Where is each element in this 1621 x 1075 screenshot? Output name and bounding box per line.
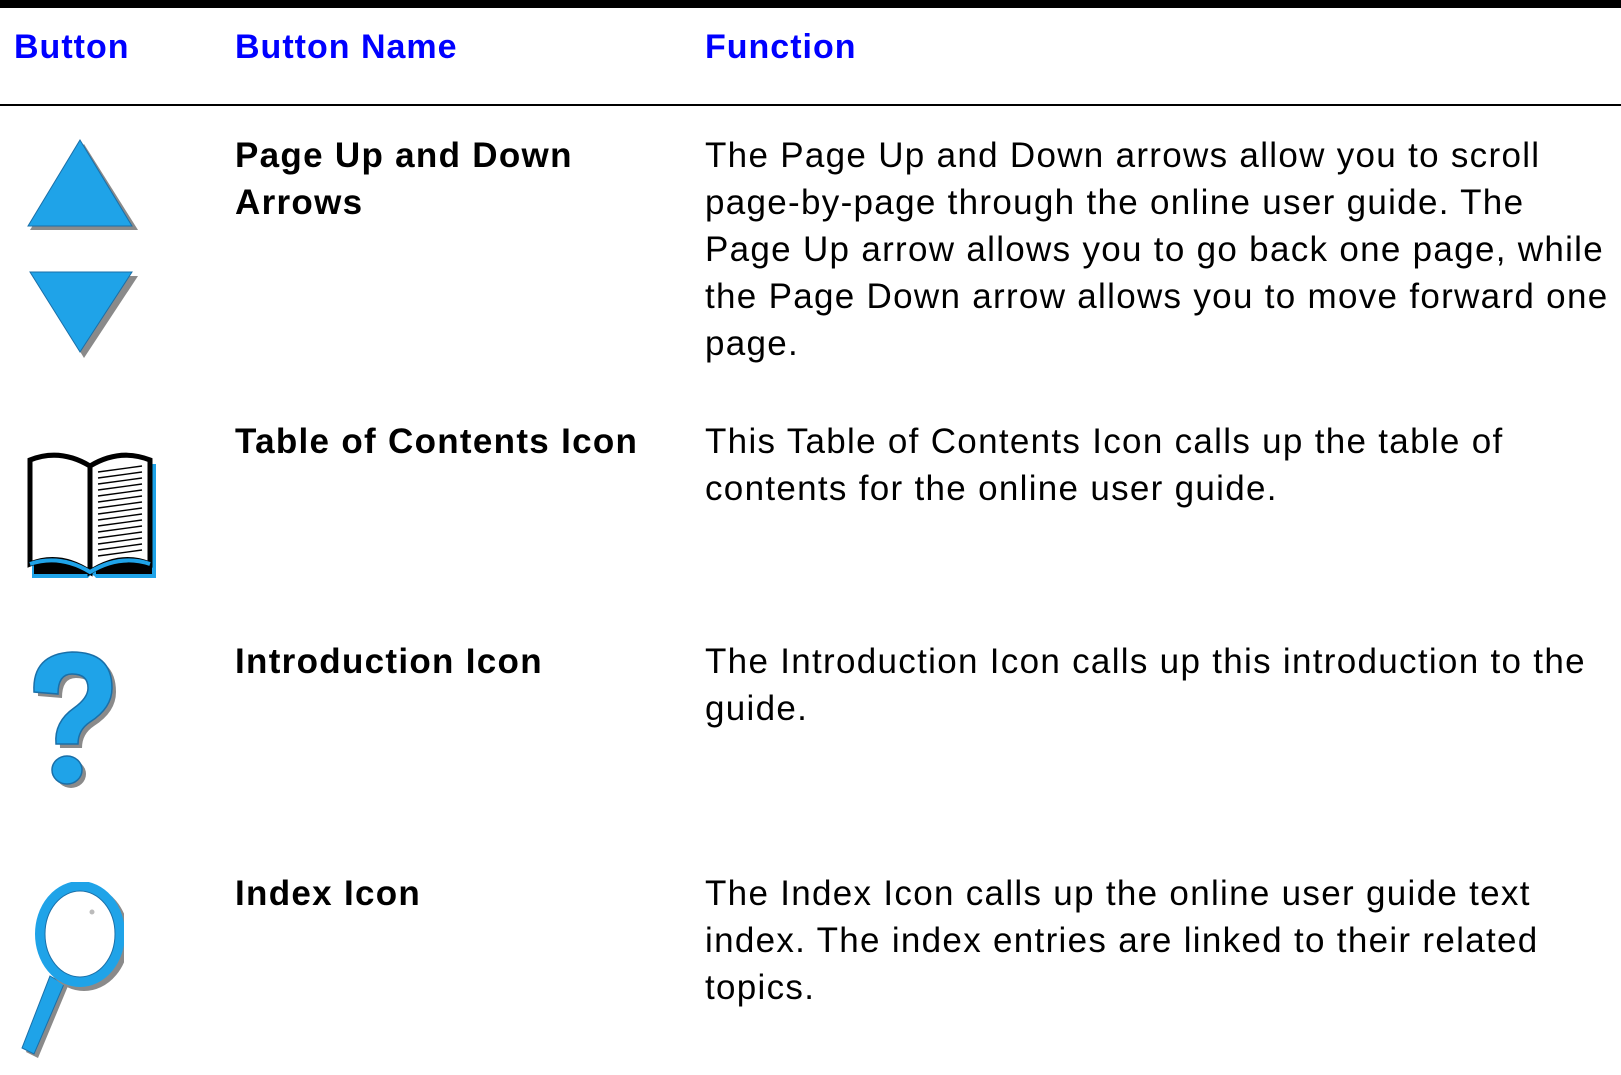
row-name: Index Icon	[235, 874, 422, 913]
row-function: This Table of Contents Icon calls up the…	[705, 422, 1504, 508]
column-header-function: Function	[705, 28, 857, 66]
book-icon[interactable]	[26, 430, 160, 582]
column-header-button-name: Button Name	[235, 28, 458, 66]
top-rule	[0, 0, 1621, 8]
row-function: The Introduction Icon calls up this intr…	[705, 642, 1586, 728]
row-function: The Page Up and Down arrows allow you to…	[705, 136, 1609, 363]
column-header-button: Button	[14, 28, 130, 66]
row-function: The Index Icon calls up the online user …	[705, 874, 1539, 1007]
header-rule	[0, 104, 1621, 106]
magnifying-glass-icon[interactable]	[20, 882, 124, 1062]
row-name: Table of Contents Icon	[235, 422, 639, 461]
page-up-down-arrows-icon[interactable]	[20, 138, 140, 358]
row-name: Page Up and Down Arrows	[235, 136, 573, 222]
row-name: Introduction Icon	[235, 642, 543, 681]
question-mark-icon[interactable]	[26, 646, 122, 806]
